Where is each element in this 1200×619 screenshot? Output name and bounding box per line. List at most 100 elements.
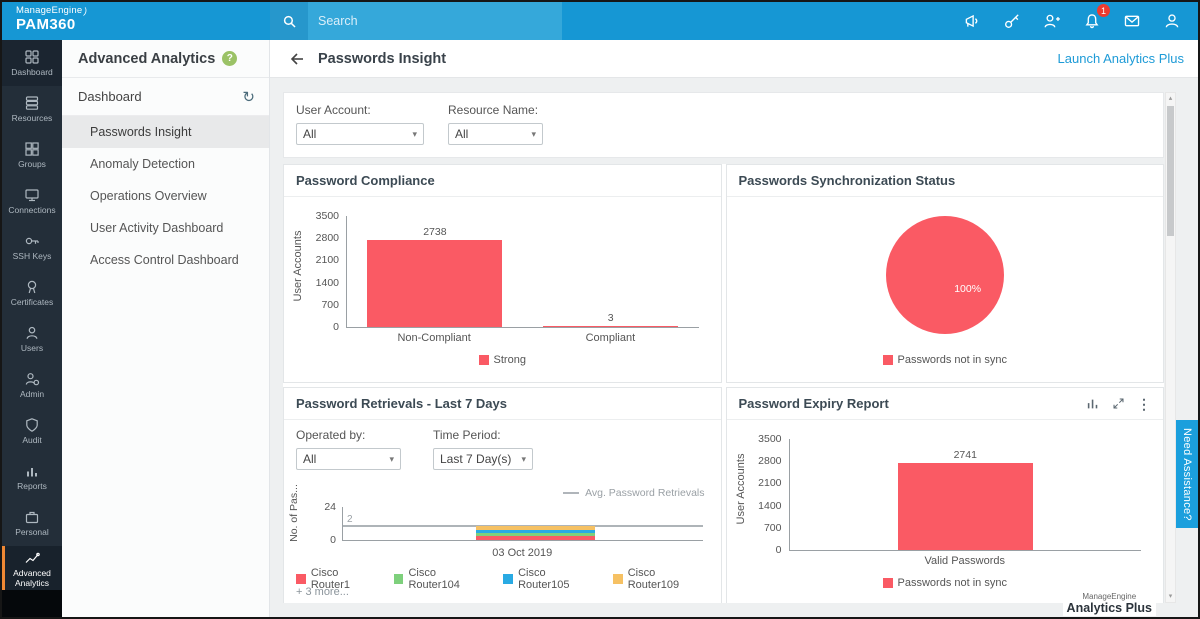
sidebar-item-audit[interactable]: Audit <box>2 408 62 454</box>
admin-icon <box>24 371 40 387</box>
kebab-menu-icon[interactable]: ⋮ <box>1137 397 1151 411</box>
notification-badge: 1 <box>1097 4 1110 17</box>
back-arrow-icon[interactable] <box>288 51 306 67</box>
panel-header: Passwords Synchronization Status <box>727 165 1164 197</box>
resource-name-select[interactable]: All <box>448 123 543 145</box>
bar-column: 2738 <box>347 216 523 327</box>
panel-passwords-sync-status: Passwords Synchronization Status 100% Pa… <box>726 164 1165 383</box>
bar[interactable] <box>898 463 1033 550</box>
launch-analytics-plus-link[interactable]: Launch Analytics Plus <box>1058 51 1184 66</box>
sidebar-item-label: Resources <box>12 114 53 124</box>
sidebar-item-personal[interactable]: Personal <box>2 500 62 546</box>
x-axis-labels: Valid Passwords <box>789 555 1142 567</box>
personal-icon <box>24 509 40 525</box>
avg-line-legend[interactable]: Avg. Password Retrievals <box>563 487 704 499</box>
vertical-scrollbar[interactable]: ▴ ▾ <box>1165 92 1176 603</box>
announcement-icon[interactable] <box>960 9 984 33</box>
topbar-icons: 1 <box>562 2 1198 40</box>
panel-title: Password Expiry Report <box>739 396 889 411</box>
users-icon <box>24 325 40 341</box>
operated-by-filter: Operated by: All <box>296 428 401 470</box>
mail-icon[interactable] <box>1120 9 1144 33</box>
search-icon[interactable] <box>270 2 308 40</box>
brand-name: ManageEngine <box>16 5 82 16</box>
expand-icon[interactable] <box>1112 397 1125 410</box>
sidebar-item-label: Groups <box>18 160 46 170</box>
subsidebar-item[interactable]: Access Control Dashboard <box>62 244 269 276</box>
dashboard-panels: Password Compliance User Accounts 27383 … <box>283 164 1164 603</box>
legend-more-link[interactable]: + 3 more... <box>296 586 349 598</box>
sidebar-item-dashboard[interactable]: Dashboard <box>2 40 62 86</box>
chart-legend: Cisco Router1Cisco Router104Cisco Router… <box>296 567 709 591</box>
sidebar-item-connections[interactable]: Connections <box>2 178 62 224</box>
y-axis-tick: 0 <box>776 544 782 556</box>
chart-legend: Passwords not in sync <box>727 354 1164 366</box>
chart-type-icon[interactable] <box>1086 397 1100 411</box>
sidebar-item-label: Personal <box>15 528 49 538</box>
y-axis-tick: 2800 <box>758 455 781 467</box>
sidebar-item-certificates[interactable]: Certificates <box>2 270 62 316</box>
subsidebar-section-dashboard[interactable]: Dashboard ↻ <box>62 78 269 116</box>
sidebar-item-groups[interactable]: Groups <box>2 132 62 178</box>
sidebar-item-advanced-analytics[interactable]: Advanced Analytics <box>2 546 62 592</box>
legend-item[interactable]: Cisco Router105 <box>503 567 599 591</box>
sidebar-item-label: Audit <box>22 436 41 446</box>
legend-item[interactable]: Cisco Router104 <box>394 567 490 591</box>
secondary-sidebar: Advanced Analytics ? Dashboard ↻ Passwor… <box>62 40 270 617</box>
panel-title: Password Retrievals - Last 7 Days <box>296 396 507 411</box>
sidebar-item-resources[interactable]: Resources <box>2 86 62 132</box>
resources-icon <box>24 95 40 111</box>
scroll-down-arrow-icon[interactable]: ▾ <box>1166 591 1175 602</box>
subsidebar-item[interactable]: Anomaly Detection <box>62 148 269 180</box>
add-user-icon[interactable] <box>1040 9 1064 33</box>
primary-sidebar: Dashboard Resources Groups ConnectionsSSH K… <box>2 40 62 617</box>
legend-swatch <box>296 574 306 584</box>
stacked-bar[interactable] <box>476 526 595 540</box>
subsidebar-item[interactable]: Operations Overview <box>62 180 269 212</box>
legend-item[interactable]: Passwords not in sync <box>883 354 1007 366</box>
brand-logo[interactable]: ManageEngine) PAM360 <box>2 2 270 40</box>
key-icon[interactable] <box>1000 9 1024 33</box>
subsidebar-item[interactable]: User Activity Dashboard <box>62 212 269 244</box>
sidebar-item-label: Reports <box>17 482 47 492</box>
notifications-icon[interactable]: 1 <box>1080 9 1104 33</box>
main-content: User Account: All Resource Name: All Pas… <box>270 78 1198 617</box>
plot-area: 27383 07001400210028003500 <box>346 216 699 328</box>
x-axis-tick-label: Compliant <box>522 332 698 344</box>
resource-name-label: Resource Name: <box>448 103 543 117</box>
scrollbar-thumb[interactable] <box>1167 106 1174 236</box>
y-axis-label: No. of Pas... <box>288 473 300 553</box>
subsidebar-item[interactable]: Passwords Insight <box>62 116 269 148</box>
sidebar-item-label: Advanced Analytics <box>2 569 62 589</box>
operated-by-select[interactable]: All <box>296 448 401 470</box>
sidebar-item-ssh-keys[interactable]: SSH Keys <box>2 224 62 270</box>
y-axis-tick: 0 <box>333 321 339 333</box>
analytics-plus-logo: ManageEngine Analytics Plus <box>1063 592 1156 616</box>
pie-slice[interactable]: 100% <box>886 216 1004 334</box>
user-account-select[interactable]: All <box>296 123 424 145</box>
y-axis-tick: 700 <box>321 299 339 311</box>
sidebar-item-users[interactable]: Users <box>2 316 62 362</box>
bar[interactable] <box>543 326 678 328</box>
scroll-up-arrow-icon[interactable]: ▴ <box>1166 93 1175 104</box>
retrievals-filters: Operated by: All Time Period: Last 7 Day… <box>284 421 721 470</box>
resource-name-filter: Resource Name: All <box>448 103 543 147</box>
avg-line-label: Avg. Password Retrievals <box>585 487 704 499</box>
legend-swatch <box>394 574 404 584</box>
sidebar-item-admin[interactable]: Admin <box>2 362 62 408</box>
legend-item[interactable]: Cisco Router109 <box>613 567 709 591</box>
time-period-select[interactable]: Last 7 Day(s) <box>433 448 533 470</box>
chart-legend: Passwords not in sync <box>727 577 1164 589</box>
bar[interactable] <box>367 240 502 327</box>
refresh-icon[interactable]: ↻ <box>242 88 255 106</box>
legend-item[interactable]: Passwords not in sync <box>883 577 1007 589</box>
dashboard-icon <box>24 49 40 65</box>
user-icon[interactable] <box>1160 9 1184 33</box>
search-input[interactable] <box>308 14 562 28</box>
sidebar-item-reports[interactable]: Reports <box>2 454 62 500</box>
legend-item[interactable]: Strong <box>479 354 526 366</box>
help-icon[interactable]: ? <box>222 51 237 66</box>
need-assistance-tab[interactable]: Need Assistance? <box>1176 420 1198 528</box>
y-axis-tick: 700 <box>764 522 782 534</box>
sidebar-item-label: Certificates <box>11 298 54 308</box>
